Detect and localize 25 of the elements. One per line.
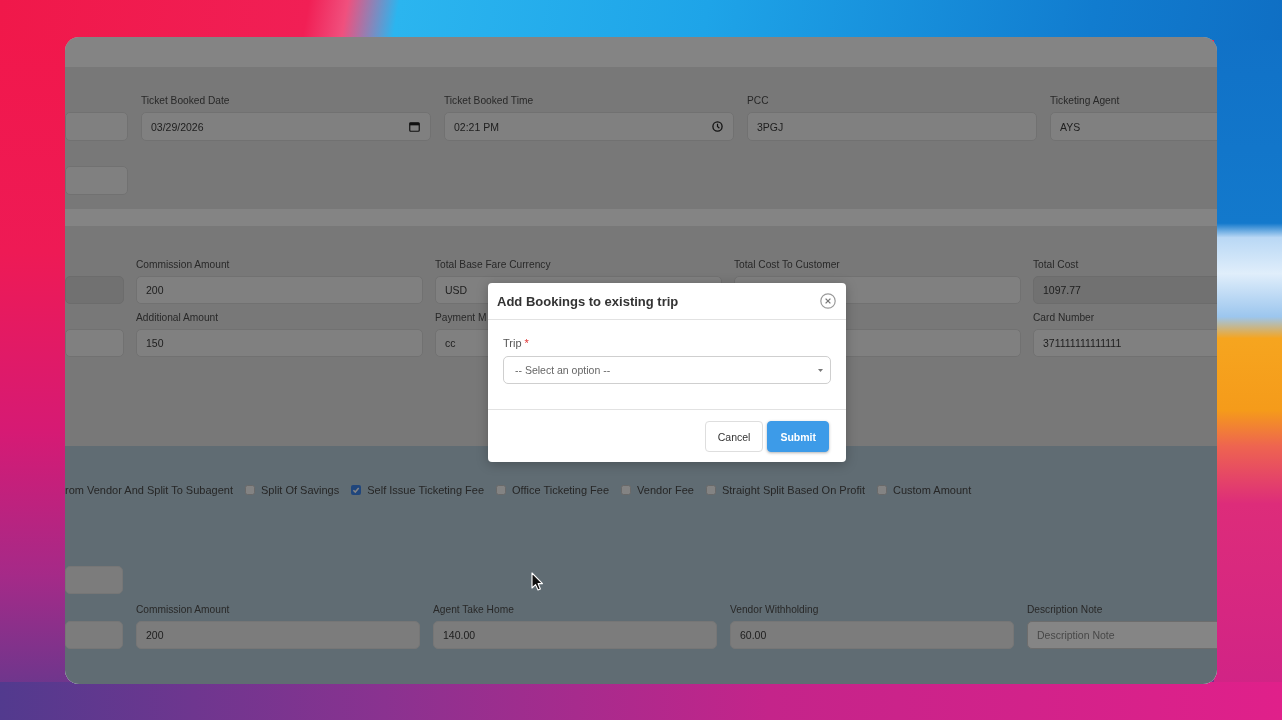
field-label: Description Note <box>1027 604 1103 615</box>
field-label: Vendor Withholding <box>730 604 819 615</box>
field-label: Commission Amount <box>136 259 230 270</box>
field-label: Total Cost <box>1033 259 1079 270</box>
modal-title: Add Bookings to existing trip <box>497 293 679 309</box>
field-label: Agent Take Home <box>433 604 514 615</box>
field-label: PCC <box>747 95 769 106</box>
field-label: Total Base Fare Currency <box>435 259 551 270</box>
field-label: Total Cost To Customer <box>734 259 840 270</box>
field-label: Card Number <box>1033 312 1095 323</box>
checkbox-label: Straight Split Based On Profit <box>721 484 865 496</box>
field-label: Trip <box>503 336 522 350</box>
field-label: Ticket Booked Time <box>444 95 534 106</box>
checkbox-label: Custom Amount <box>893 484 972 496</box>
checkbox-label: Split Of Savings <box>261 484 340 496</box>
checkbox-label: Self Issue Ticketing Fee <box>367 484 485 496</box>
checkbox-label: Office Ticketing Fee <box>512 484 610 496</box>
checkbox-label: rom Vendor And Split To Subagent <box>65 484 233 496</box>
required-asterisk: * <box>524 336 529 350</box>
field-label: Payment M <box>435 312 487 323</box>
field-label: Ticket Booked Date <box>141 95 230 106</box>
field-label: Ticketing Agent <box>1050 95 1120 106</box>
field-label: Commission Amount <box>136 604 230 615</box>
checkbox-label: Vendor Fee <box>637 484 694 496</box>
field-label: Additional Amount <box>136 312 219 323</box>
